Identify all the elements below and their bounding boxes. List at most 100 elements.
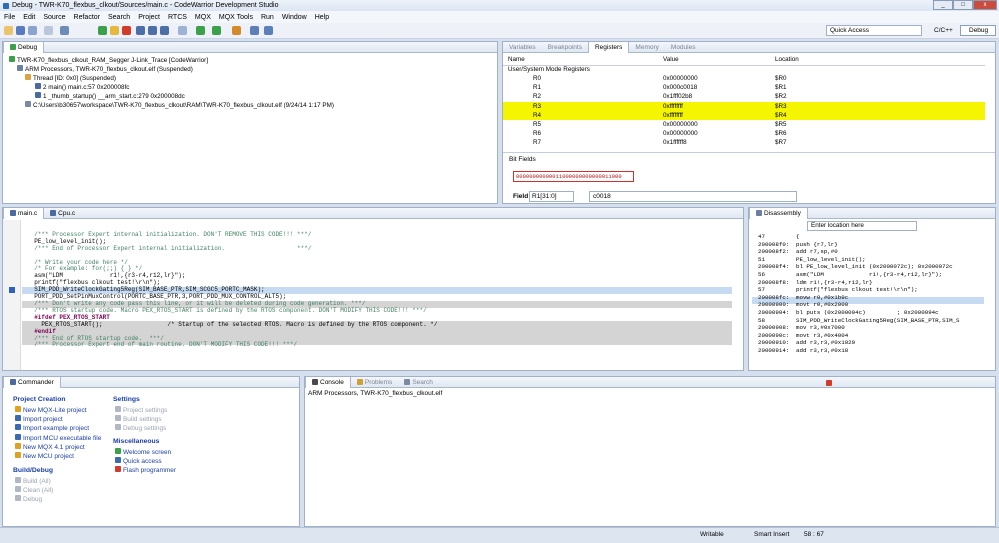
link-debug[interactable]: Debug bbox=[15, 495, 53, 504]
disassembly-line[interactable]: 20000914: add r3,r3,#0x18 bbox=[758, 347, 960, 355]
col-name[interactable]: Name bbox=[503, 54, 663, 65]
terminate-console-icon[interactable] bbox=[826, 380, 832, 386]
menu-rtcs[interactable]: RTCS bbox=[168, 14, 187, 21]
quick-access-input[interactable]: Quick Access bbox=[826, 25, 922, 36]
save-icon[interactable] bbox=[16, 26, 25, 35]
menu-edit[interactable]: Edit bbox=[23, 14, 35, 21]
tab-problems[interactable]: Problems bbox=[351, 377, 398, 388]
link-project-settings[interactable]: Project settings bbox=[115, 406, 167, 415]
link-build-settings[interactable]: Build settings bbox=[115, 415, 167, 424]
print-icon[interactable] bbox=[44, 26, 53, 35]
col-value[interactable]: Value bbox=[663, 54, 775, 65]
table-row-changed[interactable]: R3 0xffffffff $R3 bbox=[503, 101, 985, 111]
flash-icon[interactable] bbox=[250, 26, 259, 35]
disassembly-line[interactable]: 200008f2: add r7,sp,#0 bbox=[758, 248, 960, 256]
debug-tree-item[interactable]: Thread [ID: 0x0] (Suspended) bbox=[25, 74, 116, 82]
external-tools-icon[interactable] bbox=[232, 26, 241, 35]
link-clean[interactable]: Clean (All) bbox=[15, 486, 53, 495]
table-row[interactable]: R2 0x1fff02b8 $R2 bbox=[503, 92, 985, 101]
tab-commander[interactable]: Commander bbox=[3, 376, 61, 388]
disassembly-line[interactable]: 200008fc: movw r0,#0x1b9c bbox=[758, 294, 960, 302]
maximize-button[interactable]: □ bbox=[953, 0, 973, 10]
link-debug-settings[interactable]: Debug settings bbox=[115, 424, 167, 433]
debug-tree-item[interactable]: TWR-K70_flexbus_clkout_RAM_Segger J-Link… bbox=[9, 56, 208, 64]
menu-mqx[interactable]: MQX bbox=[195, 14, 211, 21]
settings-title[interactable]: Settings bbox=[113, 396, 140, 403]
disassembly-line[interactable]: 2000090c: movt r3,#0x4004 bbox=[758, 332, 960, 340]
tab-debug[interactable]: Debug bbox=[3, 41, 45, 53]
menu-source[interactable]: Source bbox=[43, 14, 65, 21]
tab-modules[interactable]: Modules bbox=[665, 42, 702, 53]
register-group[interactable]: User/System Mode Registers bbox=[503, 65, 985, 74]
debug-icon[interactable] bbox=[196, 26, 205, 35]
disassembly-line[interactable]: 20000910: add r3,r3,#0x1020 bbox=[758, 339, 960, 347]
disassembly-line[interactable]: 51 PE_low_level_init(); bbox=[758, 256, 960, 264]
project-creation-title[interactable]: Project Creation bbox=[13, 396, 66, 403]
tab-main-c[interactable]: main.c bbox=[3, 207, 45, 219]
menu-file[interactable]: File bbox=[4, 14, 15, 21]
terminate-icon[interactable] bbox=[122, 26, 131, 35]
bits-display[interactable]: 00000000000011000000000000011000 bbox=[513, 171, 634, 182]
table-row[interactable]: R1 0x000c0018 $R1 bbox=[503, 83, 985, 92]
table-row-changed[interactable]: R4 0xffffffff $R4 bbox=[503, 110, 985, 120]
disassembly-line[interactable]: 20000908: mov r3,#0x7000 bbox=[758, 324, 960, 332]
location-input[interactable]: Enter location here bbox=[807, 221, 917, 231]
link-welcome[interactable]: Welcome screen bbox=[115, 448, 176, 457]
table-row[interactable]: R0 0x00000000 $R0 bbox=[503, 74, 985, 83]
link-build[interactable]: Build (All) bbox=[15, 477, 53, 486]
menu-run[interactable]: Run bbox=[261, 14, 274, 21]
disassembly-line[interactable]: 20000904: bl puts (0x2000094c) ; 0x200009… bbox=[758, 309, 960, 317]
tab-registers[interactable]: Registers bbox=[587, 41, 630, 53]
menu-search[interactable]: Search bbox=[108, 14, 130, 21]
table-row[interactable]: R7 0x1ffffff8 $R7 bbox=[503, 138, 985, 147]
misc-title[interactable]: Miscellaneous bbox=[113, 438, 159, 445]
link-new-mcu[interactable]: New MCU project bbox=[15, 452, 101, 461]
link-quick-access[interactable]: Quick access bbox=[115, 457, 176, 466]
tab-console[interactable]: Console bbox=[305, 376, 351, 388]
disassembly-line[interactable]: 200008f4: bl PE_low_level_init (0x2000072… bbox=[758, 263, 960, 271]
debug-tree-item[interactable]: ARM Processors, TWR-K70_flexbus_clkout.e… bbox=[17, 65, 193, 73]
menu-help[interactable]: Help bbox=[315, 14, 329, 21]
perspective-cc[interactable]: C/C++ bbox=[934, 25, 958, 36]
tab-disassembly[interactable]: Disassembly bbox=[749, 207, 808, 219]
save-all-icon[interactable] bbox=[28, 26, 37, 35]
link-flash-programmer[interactable]: Flash programmer bbox=[115, 466, 176, 475]
menu-mqx-tools[interactable]: MQX Tools bbox=[219, 14, 253, 21]
open-type-icon[interactable] bbox=[264, 26, 273, 35]
disassembly-line[interactable]: 47{ bbox=[758, 233, 960, 241]
link-import-mcu-exe[interactable]: Import MCU executable file bbox=[15, 433, 101, 443]
new-icon[interactable] bbox=[4, 26, 13, 35]
close-button[interactable]: x bbox=[973, 0, 997, 10]
field-value-input[interactable]: c0018 bbox=[589, 191, 797, 202]
table-row[interactable]: R6 0x00000000 $R6 bbox=[503, 129, 985, 138]
disassembly-line[interactable]: 200008f8: ldm r1!,{r3-r4,r12,lr} bbox=[758, 279, 960, 287]
menu-refactor[interactable]: Refactor bbox=[74, 14, 100, 21]
step-return-icon[interactable] bbox=[160, 26, 169, 35]
disassembly-line[interactable]: 200008f0: push {r7,lr} bbox=[758, 241, 960, 249]
debug-tree-item[interactable]: C:\Users\b30657\workspace\TWR-K70_flexbu… bbox=[25, 101, 334, 109]
tab-search[interactable]: Search bbox=[398, 377, 439, 388]
suspend-icon[interactable] bbox=[110, 26, 119, 35]
col-location[interactable]: Location bbox=[775, 54, 985, 65]
field-select[interactable]: R1[31:0] bbox=[529, 191, 574, 202]
step-into-icon[interactable] bbox=[136, 26, 145, 35]
resume-icon[interactable] bbox=[98, 26, 107, 35]
disassembly-line[interactable]: 20000900: movt r0,#0x2000 bbox=[758, 301, 960, 309]
disassembly-line[interactable]: 57 printf("flexbus clkout test!\r\n"); bbox=[758, 286, 960, 294]
minimize-button[interactable]: _ bbox=[933, 0, 953, 10]
link-new-mqx41[interactable]: New MQX 4.1 project bbox=[15, 442, 101, 452]
build-icon[interactable] bbox=[60, 26, 69, 35]
run-icon[interactable] bbox=[212, 26, 221, 35]
step-over-icon[interactable] bbox=[148, 26, 157, 35]
tab-memory[interactable]: Memory bbox=[629, 42, 664, 53]
build-debug-title[interactable]: Build/Debug bbox=[13, 467, 53, 474]
menu-project[interactable]: Project bbox=[138, 14, 160, 21]
debug-tree-item[interactable]: 1 _thumb_startup() __arm_start.c:279 0x2… bbox=[35, 92, 185, 100]
link-new-mqx-lite[interactable]: New MQX-Lite project bbox=[15, 406, 101, 415]
table-row[interactable]: R5 0x00000000 $R5 bbox=[503, 120, 985, 129]
instruction-step-icon[interactable] bbox=[178, 26, 187, 35]
tab-variables[interactable]: Variables bbox=[503, 42, 542, 53]
link-import-project[interactable]: Import project bbox=[15, 415, 101, 424]
menu-window[interactable]: Window bbox=[282, 14, 307, 21]
link-import-example[interactable]: Import example project bbox=[15, 424, 101, 433]
